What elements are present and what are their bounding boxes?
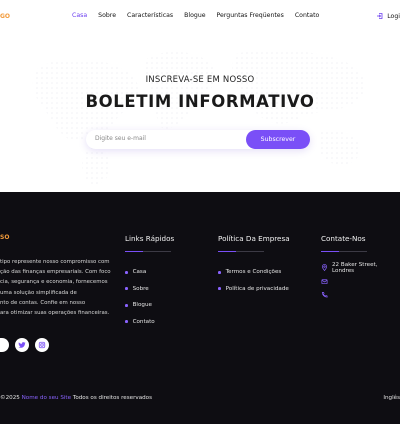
bullet-icon bbox=[218, 270, 221, 274]
site-footer: SO tipo represente nosso compromisso com… bbox=[0, 192, 400, 424]
policy-link-terms[interactable]: Termos e Condições bbox=[218, 264, 289, 281]
nav-item-caracteristicas[interactable]: Características bbox=[127, 12, 173, 19]
phone-icon bbox=[321, 291, 328, 298]
quick-link-sobre[interactable]: Sobre bbox=[125, 281, 155, 298]
facebook-icon[interactable] bbox=[0, 338, 9, 352]
copyright-year: ©2025 bbox=[0, 395, 20, 401]
quick-link-label: Casa bbox=[132, 269, 147, 276]
main-nav: Casa Sobre Características Blogue Pergun… bbox=[72, 12, 330, 19]
quick-link-label: Contato bbox=[132, 318, 155, 325]
quick-link-label: Blogue bbox=[132, 302, 152, 309]
quick-link-label: Sobre bbox=[132, 285, 149, 292]
footer-description-line: cia, segurança e economia, fornecemos bbox=[0, 279, 108, 286]
bullet-icon bbox=[125, 303, 128, 307]
footer-description-line: nto de contas. Confie em nosso bbox=[0, 299, 86, 306]
quick-links-divider bbox=[125, 251, 171, 252]
policy-link-privacy[interactable]: Política de privacidade bbox=[218, 281, 289, 298]
quick-link-contato[interactable]: Contato bbox=[125, 314, 155, 331]
site-name-link[interactable]: Nome do seu Site bbox=[22, 395, 71, 401]
subscribe-button[interactable]: Subscrever bbox=[246, 130, 310, 149]
nav-item-casa[interactable]: Casa bbox=[72, 12, 87, 19]
newsletter-kicker: INSCREVA-SE EM NOSSO bbox=[145, 75, 255, 85]
footer-description-line: uma solução simplificada de bbox=[0, 289, 77, 296]
newsletter-section: INSCREVA-SE EM NOSSO BOLETIM INFORMATIVO… bbox=[0, 36, 400, 192]
logo[interactable]: GO bbox=[0, 13, 10, 20]
nav-item-sobre[interactable]: Sobre bbox=[98, 12, 116, 19]
world-map-pattern bbox=[32, 49, 365, 185]
bullet-icon bbox=[218, 287, 221, 291]
nav-item-contato[interactable]: Contato bbox=[295, 12, 319, 19]
site-header: GO Casa Sobre Características Blogue Per… bbox=[0, 0, 400, 36]
copyright: ©2025 Nome do seu Site Todos os direitos… bbox=[0, 395, 152, 401]
email-input[interactable]: Digite seu e-mail bbox=[95, 135, 146, 142]
contact-divider bbox=[321, 251, 367, 252]
instagram-icon[interactable] bbox=[35, 338, 49, 352]
contact-list: 22 Baker Street, Londres bbox=[321, 261, 400, 302]
footer-description-line: ara otimizar suas operações financeiras. bbox=[0, 310, 110, 317]
language-selector[interactable]: Inglês bbox=[383, 395, 400, 401]
login-link[interactable]: Logi bbox=[376, 12, 400, 20]
login-icon bbox=[376, 12, 384, 20]
policy-link-label: Termos e Condições bbox=[225, 269, 282, 276]
quick-links-title: Links Rápidos bbox=[125, 234, 175, 243]
newsletter-title: BOLETIM INFORMATIVO bbox=[85, 92, 315, 111]
copyright-suffix: Todos os direitos reservados bbox=[72, 395, 153, 401]
footer-description: tipo represente nosso compromisso com çã… bbox=[0, 257, 118, 318]
bullet-icon bbox=[125, 270, 128, 274]
quick-link-casa[interactable]: Casa bbox=[125, 264, 155, 281]
twitter-icon[interactable] bbox=[15, 338, 29, 352]
contact-address: 22 Baker Street, Londres bbox=[321, 261, 400, 275]
quick-links-list: Casa Sobre Blogue Contato bbox=[125, 264, 155, 330]
contact-phone[interactable] bbox=[321, 288, 400, 302]
contact-address-text: 22 Baker Street, Londres bbox=[332, 261, 378, 274]
login-label: Logi bbox=[387, 12, 400, 20]
policy-title: Política Da Empresa bbox=[218, 234, 290, 243]
footer-description-line: tipo represente nosso compromisso com bbox=[0, 259, 110, 265]
policy-link-label: Política de privacidade bbox=[225, 285, 289, 292]
footer-description-line: ção das finanças empresariais. Com foco bbox=[0, 269, 111, 276]
social-links bbox=[0, 338, 49, 352]
policy-list: Termos e Condições Política de privacida… bbox=[218, 264, 289, 297]
policy-divider bbox=[218, 251, 264, 252]
location-pin-icon bbox=[321, 264, 328, 272]
envelope-icon bbox=[321, 278, 328, 285]
footer-logo[interactable]: SO bbox=[0, 234, 9, 241]
bullet-icon bbox=[125, 320, 128, 324]
quick-link-blogue[interactable]: Blogue bbox=[125, 297, 155, 314]
nav-item-blogue[interactable]: Blogue bbox=[184, 12, 205, 19]
contact-title: Contate-Nos bbox=[321, 234, 366, 243]
contact-email[interactable] bbox=[321, 275, 400, 289]
nav-item-perguntas[interactable]: Perguntas Freqüentes bbox=[217, 12, 284, 19]
bullet-icon bbox=[125, 287, 128, 291]
subscribe-form: Digite seu e-mail Subscrever bbox=[86, 130, 310, 149]
